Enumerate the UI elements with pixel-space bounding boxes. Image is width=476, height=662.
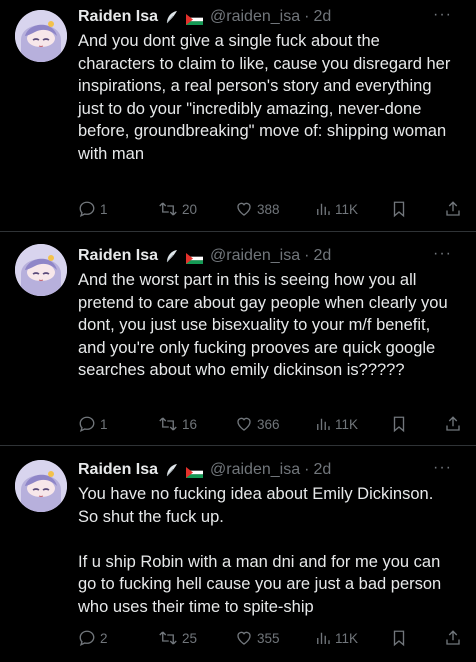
share-button[interactable] bbox=[444, 200, 462, 218]
tweet[interactable]: Raiden Isa @raiden_isa · 2d ··· You have… bbox=[0, 446, 476, 662]
share-icon bbox=[446, 416, 460, 431]
timestamp[interactable]: 2d bbox=[313, 247, 331, 265]
views-count: 11K bbox=[335, 630, 359, 646]
feather-badge-icon bbox=[164, 462, 180, 478]
more-icon[interactable]: ··· bbox=[433, 6, 452, 24]
like-count: 366 bbox=[257, 416, 280, 432]
reply-button[interactable]: 1 bbox=[78, 415, 108, 433]
tweet-text: And the worst part in this is seeing how… bbox=[78, 271, 453, 379]
avatar[interactable] bbox=[15, 10, 67, 62]
avatar[interactable] bbox=[15, 244, 67, 296]
author-name[interactable]: Raiden Isa bbox=[78, 461, 158, 479]
bookmark-button[interactable] bbox=[391, 629, 407, 647]
reply-icon bbox=[79, 630, 95, 647]
timestamp[interactable]: 2d bbox=[313, 461, 331, 479]
bookmark-icon bbox=[393, 201, 405, 218]
bookmark-icon bbox=[393, 416, 405, 433]
separator: · bbox=[304, 247, 310, 264]
tweet[interactable]: Raiden Isa @raiden_isa · 2d ··· And you … bbox=[0, 0, 476, 232]
bookmark-button[interactable] bbox=[391, 200, 407, 218]
views-icon bbox=[317, 632, 330, 644]
share-icon bbox=[446, 201, 460, 216]
repost-icon bbox=[159, 202, 177, 216]
like-count: 355 bbox=[257, 630, 280, 646]
reply-count: 1 bbox=[100, 416, 108, 432]
reply-count: 1 bbox=[100, 201, 108, 217]
share-button[interactable] bbox=[444, 415, 462, 433]
like-button[interactable]: 355 bbox=[235, 629, 280, 647]
tweet-actions: 1 16 366 11K bbox=[78, 415, 460, 435]
repost-button[interactable]: 25 bbox=[158, 629, 197, 647]
author-handle[interactable]: @raiden_isa bbox=[210, 8, 300, 26]
share-icon bbox=[446, 630, 460, 645]
views-button[interactable]: 11K bbox=[315, 415, 358, 433]
feather-badge-icon bbox=[164, 9, 180, 25]
like-icon bbox=[237, 202, 251, 216]
reply-count: 2 bbox=[100, 630, 108, 646]
author-handle[interactable]: @raiden_isa bbox=[210, 461, 300, 479]
like-button[interactable]: 388 bbox=[235, 200, 280, 218]
repost-icon bbox=[159, 631, 177, 645]
bookmark-icon bbox=[393, 630, 405, 647]
timestamp[interactable]: 2d bbox=[313, 8, 331, 26]
like-icon bbox=[237, 631, 251, 645]
reply-icon bbox=[79, 416, 95, 433]
repost-icon bbox=[159, 417, 177, 431]
views-icon bbox=[317, 203, 330, 215]
like-button[interactable]: 366 bbox=[235, 415, 280, 433]
more-icon[interactable]: ··· bbox=[433, 459, 452, 477]
tweet-text: And you dont give a single fuck about th… bbox=[78, 32, 455, 163]
views-button[interactable]: 11K bbox=[315, 629, 358, 647]
reply-icon bbox=[79, 201, 95, 218]
author-name[interactable]: Raiden Isa bbox=[78, 8, 158, 26]
reply-button[interactable]: 2 bbox=[78, 629, 108, 647]
views-button[interactable]: 11K bbox=[315, 200, 358, 218]
tweet-actions: 2 25 355 11K bbox=[78, 629, 460, 649]
separator: · bbox=[304, 461, 310, 478]
more-icon[interactable]: ··· bbox=[433, 245, 452, 263]
reply-button[interactable]: 1 bbox=[78, 200, 108, 218]
bookmark-button[interactable] bbox=[391, 415, 407, 433]
flag-icon bbox=[186, 12, 204, 25]
views-count: 11K bbox=[335, 416, 359, 432]
separator: · bbox=[304, 8, 310, 25]
feather-badge-icon bbox=[164, 248, 180, 264]
tweet-actions: 1 20 388 11K bbox=[78, 200, 460, 220]
tweet[interactable]: Raiden Isa @raiden_isa · 2d ··· And the … bbox=[0, 232, 476, 446]
like-icon bbox=[237, 417, 251, 431]
share-button[interactable] bbox=[444, 629, 462, 647]
author-name[interactable]: Raiden Isa bbox=[78, 247, 158, 265]
flag-icon bbox=[186, 465, 204, 478]
repost-button[interactable]: 16 bbox=[158, 415, 197, 433]
repost-button[interactable]: 20 bbox=[158, 200, 197, 218]
repost-count: 16 bbox=[182, 416, 198, 432]
like-count: 388 bbox=[257, 201, 280, 217]
flag-icon bbox=[186, 251, 204, 264]
repost-count: 20 bbox=[182, 201, 198, 217]
views-count: 11K bbox=[335, 201, 359, 217]
tweet-text: You have no fucking idea about Emily Dic… bbox=[78, 485, 442, 616]
author-handle[interactable]: @raiden_isa bbox=[210, 247, 300, 265]
repost-count: 25 bbox=[182, 630, 198, 646]
avatar[interactable] bbox=[15, 460, 67, 512]
views-icon bbox=[317, 418, 330, 430]
